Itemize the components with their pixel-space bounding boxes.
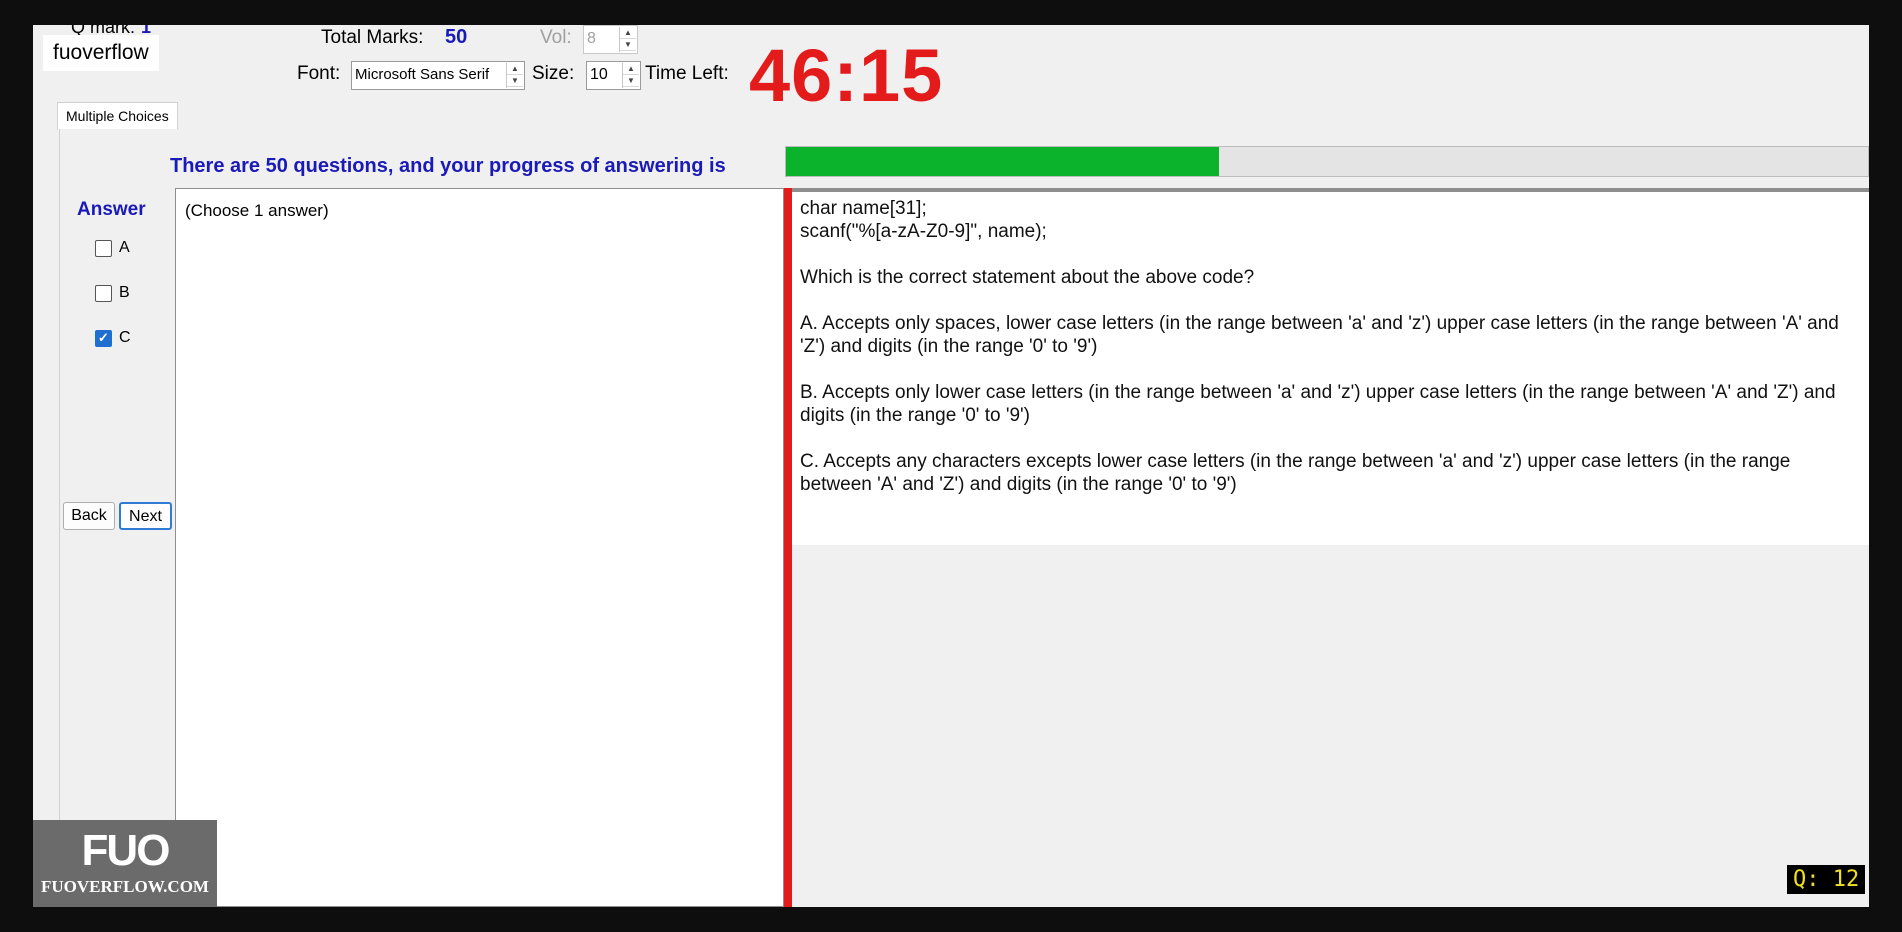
progress-text: There are 50 questions, and your progres… bbox=[170, 155, 726, 177]
progress-bar bbox=[785, 146, 1869, 177]
font-selector[interactable]: Microsoft Sans Serif ▲ ▼ bbox=[351, 61, 525, 90]
back-button[interactable]: Back bbox=[63, 502, 115, 530]
logo-site: FUOVERFLOW.COM bbox=[41, 877, 209, 896]
next-button[interactable]: Next bbox=[119, 502, 172, 530]
total-marks-value: 50 bbox=[445, 26, 468, 48]
code-line-2: scanf("%[a-zA-Z0-9]", name); bbox=[800, 221, 1047, 242]
answer-label: Answer bbox=[77, 199, 146, 220]
option-c-label: C bbox=[119, 329, 131, 346]
size-value: 10 bbox=[590, 66, 608, 83]
time-left-label: Time Left: bbox=[645, 63, 729, 84]
vol-label: Vol: bbox=[540, 27, 572, 48]
total-marks-label: Total Marks: bbox=[321, 27, 424, 48]
answer-input-area[interactable]: (Choose 1 answer) bbox=[175, 188, 784, 907]
size-label: Size: bbox=[532, 63, 575, 84]
option-b-label: B bbox=[119, 284, 130, 301]
option-c-checkbox[interactable]: ✓ C bbox=[95, 329, 131, 347]
tab-multiple-choices[interactable]: Multiple Choices bbox=[57, 102, 178, 130]
size-stepper[interactable]: 10 ▲ ▼ bbox=[586, 61, 641, 90]
question-content: char name[31]; scanf("%[a-zA-Z0-9]", nam… bbox=[792, 192, 1869, 545]
checkbox-icon[interactable] bbox=[95, 239, 112, 257]
down-arrow-icon[interactable]: ▼ bbox=[507, 75, 523, 87]
question-option-c: C. Accepts any characters excepts lower … bbox=[800, 451, 1791, 495]
exam-window: Q mark: 1 fuoverflow Total Marks: 50 Vol:… bbox=[33, 25, 1869, 907]
vol-arrows[interactable]: ▲ ▼ bbox=[619, 27, 636, 52]
vol-stepper[interactable]: 8 ▲ ▼ bbox=[583, 25, 638, 54]
font-label: Font: bbox=[297, 63, 341, 84]
font-arrows[interactable]: ▲ ▼ bbox=[506, 63, 523, 88]
up-arrow-icon[interactable]: ▲ bbox=[620, 27, 636, 39]
option-b-checkbox[interactable]: B bbox=[95, 284, 130, 302]
question-prompt: Which is the correct statement about the… bbox=[800, 267, 1255, 288]
logo-mark: FUO bbox=[81, 826, 171, 875]
option-a-label: A bbox=[119, 239, 130, 256]
code-line-1: char name[31]; bbox=[800, 198, 927, 219]
down-arrow-icon[interactable]: ▼ bbox=[620, 39, 636, 51]
splitter-divider[interactable] bbox=[784, 188, 792, 907]
site-logo: FUO FUOVERFLOW.COM bbox=[33, 820, 217, 907]
down-arrow-icon[interactable]: ▼ bbox=[623, 75, 639, 87]
font-value: Microsoft Sans Serif bbox=[355, 66, 490, 83]
question-number-badge: Q: 12 bbox=[1787, 865, 1866, 894]
watermark-tag: fuoverflow bbox=[43, 35, 159, 71]
option-a-checkbox[interactable]: A bbox=[95, 239, 130, 257]
progress-fill bbox=[786, 147, 1219, 176]
answer-hint: (Choose 1 answer) bbox=[185, 201, 329, 220]
question-option-b: B. Accepts only lower case letters (in t… bbox=[800, 382, 1836, 426]
question-option-a: A. Accepts only spaces, lower case lette… bbox=[800, 313, 1839, 357]
checkbox-icon[interactable] bbox=[95, 284, 112, 302]
size-arrows[interactable]: ▲ ▼ bbox=[622, 63, 639, 88]
countdown-timer: 46:15 bbox=[749, 34, 944, 117]
vol-value: 8 bbox=[587, 30, 596, 47]
checkmark-icon[interactable]: ✓ bbox=[95, 329, 112, 347]
up-arrow-icon[interactable]: ▲ bbox=[507, 63, 523, 75]
up-arrow-icon[interactable]: ▲ bbox=[623, 63, 639, 75]
